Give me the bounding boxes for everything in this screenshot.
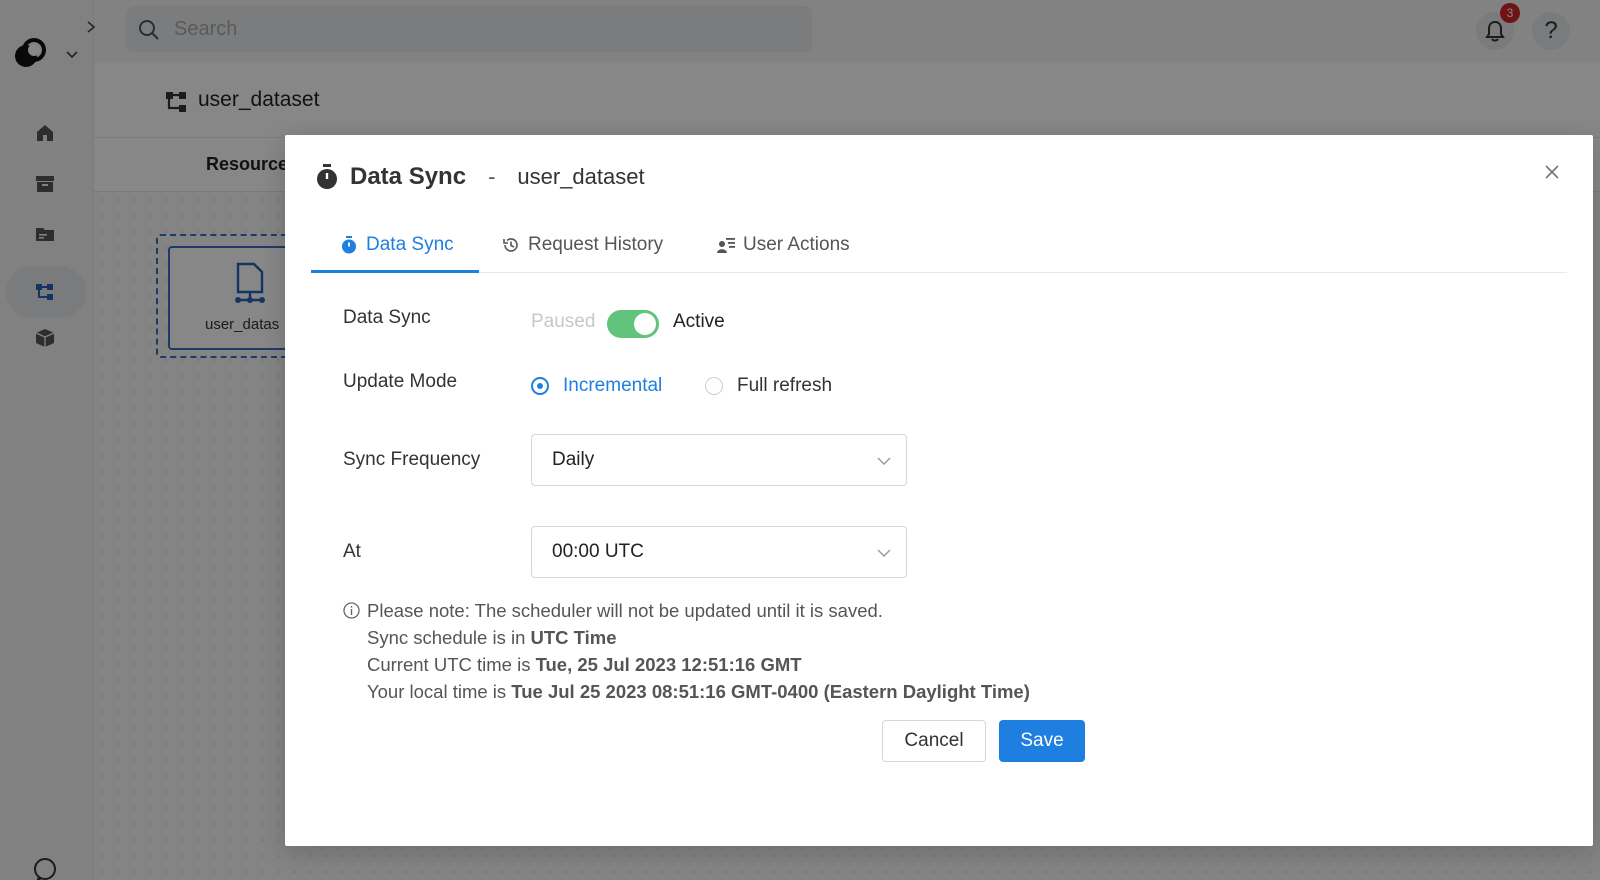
data-sync-label: Data Sync	[343, 307, 431, 328]
sync-paused-label: Paused	[531, 311, 596, 332]
note-line-1: Please note: The scheduler will not be u…	[343, 597, 1030, 624]
radio-full-refresh[interactable]: Full refresh	[705, 375, 832, 397]
update-mode-label: Update Mode	[343, 371, 458, 392]
local-time: Tue Jul 25 2023 08:51:16 GMT-0400 (Easte…	[511, 681, 1030, 702]
at-label: At	[343, 541, 361, 562]
note-prefix: Sync schedule is in	[367, 627, 531, 648]
at-time-select[interactable]: 00:00 UTC	[531, 526, 907, 578]
tab-label: User Actions	[743, 234, 850, 255]
modal-subtitle: user_dataset	[517, 164, 645, 189]
data-sync-modal: Data Sync - user_dataset Data Sync Reque…	[285, 135, 1593, 846]
sync-frequency-label: Sync Frequency	[343, 449, 481, 470]
at-time-value: 00:00 UTC	[552, 541, 644, 562]
radio-label: Incremental	[563, 375, 663, 396]
radio-label: Full refresh	[737, 375, 833, 396]
stopwatch-icon	[342, 236, 356, 254]
note-text: Please note: The scheduler will not be u…	[367, 600, 883, 621]
tab-label: Request History	[528, 234, 664, 255]
modal-title-text: Data Sync	[350, 163, 467, 190]
note-line-3: Current UTC time is Tue, 25 Jul 2023 12:…	[343, 651, 1030, 678]
tab-data-sync[interactable]: Data Sync	[340, 217, 454, 273]
sync-frequency-value: Daily	[552, 449, 595, 470]
modal-title-separator: -	[488, 164, 496, 189]
chevron-down-icon	[877, 457, 891, 465]
note-line-4: Your local time is Tue Jul 25 2023 08:51…	[343, 678, 1030, 705]
tab-request-history[interactable]: Request History	[502, 217, 663, 273]
modal-title: Data Sync - user_dataset	[314, 163, 645, 191]
note-prefix: Current UTC time is	[367, 654, 536, 675]
note-timezone: UTC Time	[530, 627, 617, 648]
radio-checked-dot	[531, 377, 549, 395]
close-icon[interactable]	[1541, 161, 1563, 183]
schedule-note: Please note: The scheduler will not be u…	[343, 597, 1030, 705]
cancel-button[interactable]: Cancel	[882, 720, 986, 762]
radio-incremental[interactable]: Incremental	[531, 375, 662, 397]
data-sync-toggle[interactable]	[607, 310, 659, 338]
toggle-knob	[634, 313, 656, 335]
current-utc-time: Tue, 25 Jul 2023 12:51:16 GMT	[535, 654, 802, 675]
info-icon	[343, 602, 360, 619]
sync-frequency-select[interactable]: Daily	[531, 434, 907, 486]
tab-user-actions[interactable]: User Actions	[717, 217, 850, 273]
chevron-down-icon	[877, 549, 891, 557]
radio-unchecked-dot	[705, 377, 723, 395]
note-line-2: Sync schedule is in UTC Time	[343, 624, 1030, 651]
history-icon	[503, 238, 518, 252]
note-prefix: Your local time is	[367, 681, 512, 702]
user-list-icon	[717, 238, 735, 253]
active-tab-indicator	[311, 270, 479, 273]
tab-label: Data Sync	[366, 234, 454, 255]
sync-active-label: Active	[673, 311, 725, 332]
modal-tabs: Data Sync Request History User Actions	[311, 217, 1567, 273]
save-button[interactable]: Save	[999, 720, 1085, 762]
stopwatch-icon	[317, 164, 337, 189]
